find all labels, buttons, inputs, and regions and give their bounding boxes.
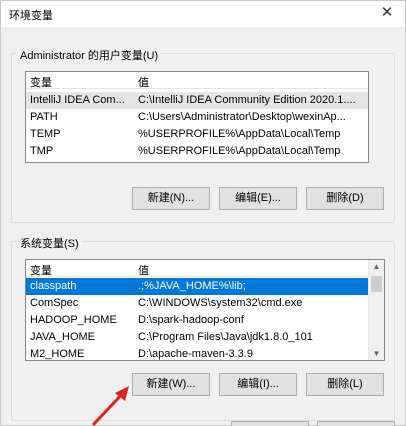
variable-name: M2_HOME: [30, 348, 85, 360]
environment-variables-dialog: 环境变量 ✕ Administrator 的用户变量(U) 变量 值 Intel…: [0, 0, 406, 426]
variable-value: C:\Users\Administrator\Desktop\wexinAp..…: [138, 111, 346, 123]
variable-value: .;%JAVA_HOME%\lib;: [138, 280, 246, 292]
user-variables-list[interactable]: 变量 值 IntelliJ IDEA Com... C:\IntelliJ ID…: [25, 71, 369, 163]
variable-name: PATH: [30, 111, 58, 123]
system-list-scrollbar[interactable]: ▲ ▼: [368, 260, 384, 360]
column-header-value[interactable]: 值: [138, 74, 149, 90]
variable-value: %USERPROFILE%\AppData\Local\Temp: [138, 128, 341, 140]
system-variable-row[interactable]: HADOOP_HOME D:\spark-hadoop-conf: [26, 312, 368, 329]
system-variable-row[interactable]: ComSpec C:\WINDOWS\system32\cmd.exe: [26, 295, 368, 312]
variable-value: D:\spark-hadoop-conf: [138, 314, 244, 326]
variable-name: TMP: [30, 145, 54, 157]
variable-value: C:\WINDOWS\system32\cmd.exe: [138, 297, 303, 309]
system-edit-button[interactable]: 编辑(I)...: [219, 373, 297, 396]
user-variables-label: Administrator 的用户变量(U): [17, 47, 162, 63]
system-new-button[interactable]: 新建(W)...: [132, 373, 210, 396]
annotation-arrow-icon: [91, 386, 129, 426]
user-edit-button[interactable]: 编辑(E)...: [219, 187, 297, 210]
variable-name: classpath: [30, 280, 77, 292]
column-header-variable[interactable]: 变量: [30, 74, 52, 90]
scroll-down-icon[interactable]: ▼: [369, 349, 384, 358]
system-delete-button[interactable]: 删除(L): [306, 373, 384, 396]
column-header-value[interactable]: 值: [138, 262, 149, 278]
variable-name: TEMP: [30, 128, 61, 140]
system-variable-row[interactable]: JAVA_HOME C:\Program Files\Java\jdk1.8.0…: [26, 329, 368, 346]
variable-value: D:\apache-maven-3.3.9: [138, 348, 253, 360]
variable-value: C:\IntelliJ IDEA Community Edition 2020.…: [138, 94, 356, 106]
system-variables-label: 系统变量(S): [17, 235, 82, 251]
column-header-variable[interactable]: 变量: [30, 262, 52, 278]
variable-name: ComSpec: [30, 297, 79, 309]
variable-value: %USERPROFILE%\AppData\Local\Temp: [138, 145, 341, 157]
variable-value: C:\Program Files\Java\jdk1.8.0_101: [138, 331, 313, 343]
system-variables-list[interactable]: 变量 值 classpath .;%JAVA_HOME%\lib; ComSpe…: [25, 259, 385, 361]
variable-name: IntelliJ IDEA Com...: [30, 94, 125, 106]
ok-button[interactable]: [231, 421, 309, 426]
user-variable-row[interactable]: PATH C:\Users\Administrator\Desktop\wexi…: [26, 109, 368, 126]
variable-name: HADOOP_HOME: [30, 314, 117, 326]
title-bar: 环境变量 ✕: [1, 1, 405, 27]
close-icon[interactable]: ✕: [375, 3, 399, 23]
user-variable-row[interactable]: TMP %USERPROFILE%\AppData\Local\Temp: [26, 143, 368, 160]
cancel-button[interactable]: [317, 421, 395, 426]
system-variables-header: 变量 值: [26, 260, 368, 277]
system-variable-row-selected[interactable]: classpath .;%JAVA_HOME%\lib;: [26, 278, 368, 295]
scrollbar-thumb[interactable]: [371, 276, 382, 292]
user-new-button[interactable]: 新建(N)...: [132, 187, 210, 210]
user-variables-header: 变量 值: [26, 72, 368, 89]
user-variable-row[interactable]: TEMP %USERPROFILE%\AppData\Local\Temp: [26, 126, 368, 143]
system-variable-row[interactable]: M2_HOME D:\apache-maven-3.3.9: [26, 346, 368, 360]
user-variable-row[interactable]: IntelliJ IDEA Com... C:\IntelliJ IDEA Co…: [26, 92, 368, 109]
user-delete-button[interactable]: 删除(D): [306, 187, 384, 210]
variable-name: JAVA_HOME: [30, 331, 95, 343]
scroll-up-icon[interactable]: ▲: [369, 262, 384, 271]
window-title: 环境变量: [9, 10, 53, 22]
